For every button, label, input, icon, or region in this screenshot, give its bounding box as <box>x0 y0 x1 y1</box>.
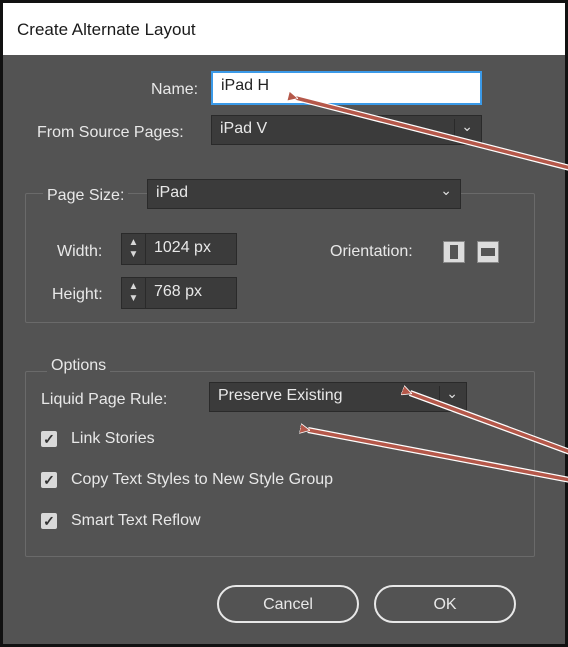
source-pages-value: iPad V <box>220 120 268 137</box>
height-stepper[interactable]: ▲ ▼ 768 px <box>121 277 237 309</box>
chevron-down-icon: ⌄ <box>461 118 473 134</box>
liquid-rule-dropdown[interactable]: Preserve Existing ⌄ <box>209 382 467 412</box>
spinner-arrows-icon[interactable]: ▲ ▼ <box>122 234 146 264</box>
width-stepper[interactable]: ▲ ▼ 1024 px <box>121 233 237 265</box>
copy-text-styles-checkbox[interactable]: ✓ <box>41 472 57 488</box>
options-label: Options <box>47 357 111 375</box>
dialog-title: Create Alternate Layout <box>3 3 565 55</box>
dropdown-divider <box>439 386 440 408</box>
page-size-value: iPad <box>156 184 189 201</box>
smart-text-reflow-checkbox[interactable]: ✓ <box>41 513 57 529</box>
name-input[interactable]: iPad H <box>211 71 482 105</box>
chevron-down-icon: ⌄ <box>440 182 452 198</box>
width-value: 1024 px <box>154 239 211 256</box>
chevron-down-icon: ⌄ <box>446 385 458 401</box>
portrait-icon[interactable] <box>443 241 465 263</box>
link-stories-checkbox[interactable]: ✓ <box>41 431 57 447</box>
link-stories-label: Link Stories <box>71 430 155 447</box>
page-size-label: Page Size: <box>43 187 129 205</box>
spinner-arrows-icon[interactable]: ▲ ▼ <box>122 278 146 308</box>
dialog-content: Name: iPad H From Source Pages: iPad V ⌄… <box>3 55 565 644</box>
page-size-dropdown[interactable]: iPad ⌄ <box>147 179 461 209</box>
ok-button[interactable]: OK <box>374 585 516 623</box>
smart-text-reflow-label: Smart Text Reflow <box>71 512 201 529</box>
name-value: iPad H <box>221 77 270 94</box>
orientation-label: Orientation: <box>330 243 413 260</box>
liquid-rule-label: Liquid Page Rule: <box>41 391 168 408</box>
width-label: Width: <box>57 243 103 260</box>
copy-text-styles-label: Copy Text Styles to New Style Group <box>71 471 334 488</box>
cancel-button[interactable]: Cancel <box>217 585 359 623</box>
height-value: 768 px <box>154 283 203 300</box>
dropdown-divider <box>454 119 455 141</box>
liquid-rule-value: Preserve Existing <box>218 387 343 404</box>
source-pages-label: From Source Pages: <box>37 124 184 141</box>
source-pages-dropdown[interactable]: iPad V ⌄ <box>211 115 482 145</box>
height-label: Height: <box>52 286 103 303</box>
landscape-icon[interactable] <box>477 241 499 263</box>
dialog-window: Create Alternate Layout Name: iPad H Fro… <box>0 0 568 647</box>
name-label: Name: <box>151 81 199 98</box>
